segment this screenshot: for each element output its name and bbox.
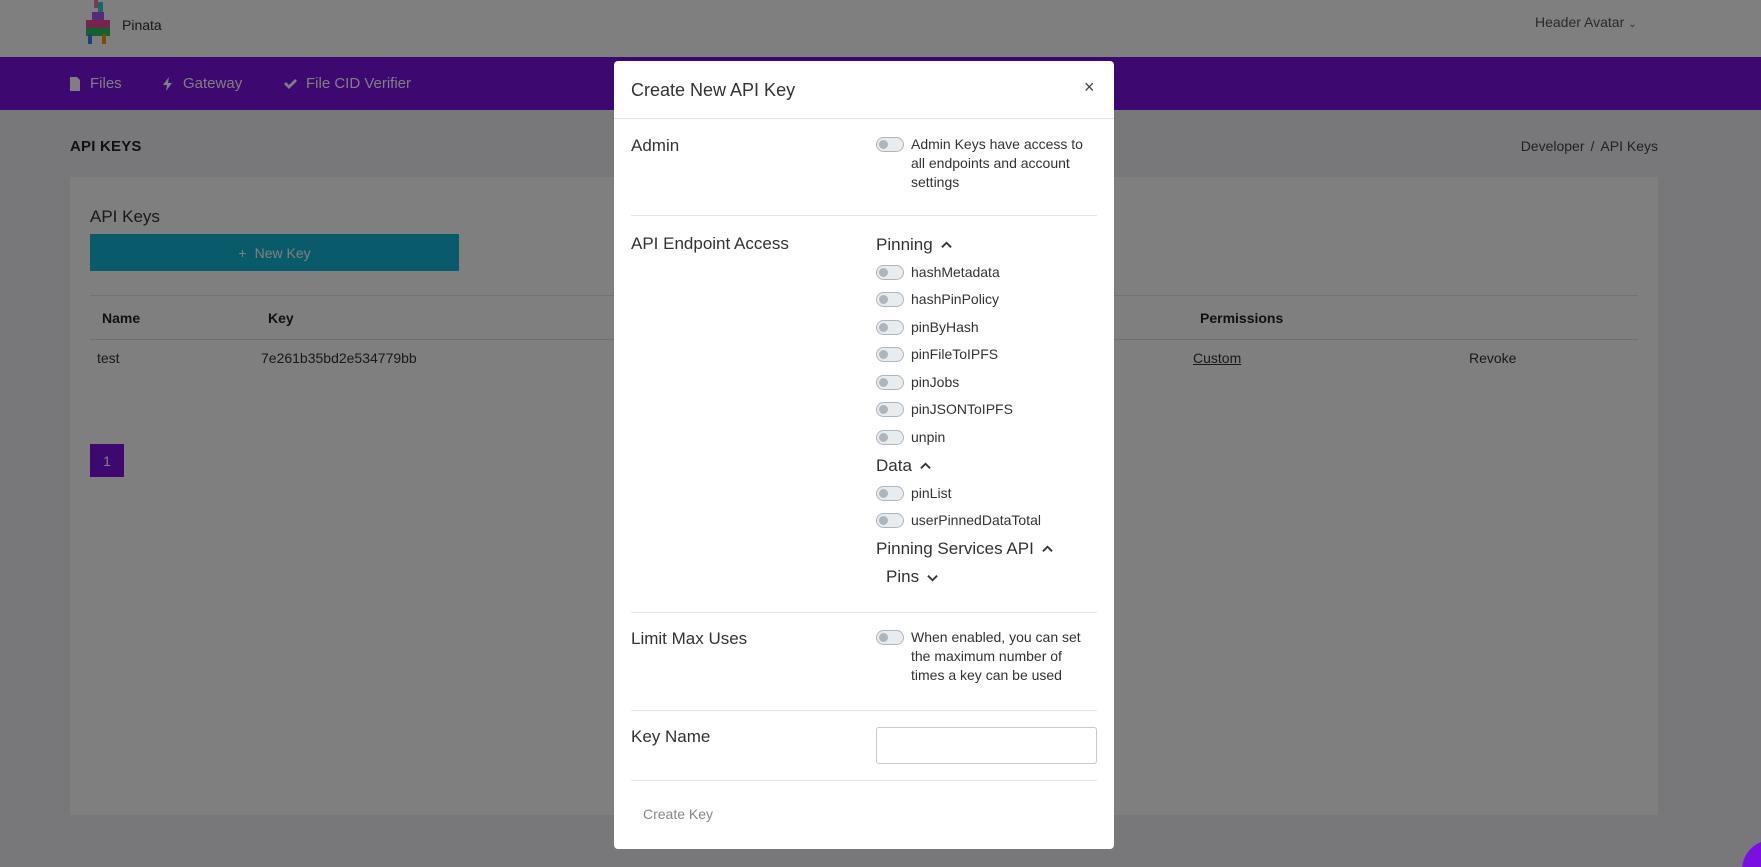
limit-max-uses-toggle[interactable] <box>876 630 904 645</box>
toggle-hashmetadata[interactable] <box>876 265 904 280</box>
create-api-key-modal: Create New API Key × Admin Admin Keys ha… <box>614 61 1114 849</box>
admin-description: Admin Keys have access to all endpoints … <box>911 136 1083 190</box>
endpoint-pinjsontoipfs: pinJSONToIPFS <box>911 401 1013 417</box>
row-divider <box>631 612 1097 613</box>
toggle-pinfiletoipfs[interactable] <box>876 347 904 362</box>
toggle-hashpinpolicy[interactable] <box>876 292 904 307</box>
create-key-button[interactable]: Create Key <box>631 799 726 829</box>
group-pinning-services-api[interactable]: Pinning Services API <box>876 539 1053 559</box>
endpoint-hashpinpolicy: hashPinPolicy <box>911 291 999 307</box>
endpoint-pinbyhash: pinByHash <box>911 319 979 335</box>
toggle-pinbyhash[interactable] <box>876 320 904 335</box>
group-pinning-label: Pinning <box>876 235 933 254</box>
limit-max-uses-description: When enabled, you can set the maximum nu… <box>911 629 1081 683</box>
group-data[interactable]: Data <box>876 456 931 476</box>
chevron-up-icon <box>920 461 931 469</box>
endpoint-hashmetadata: hashMetadata <box>911 264 1000 280</box>
chevron-up-icon <box>1042 544 1053 552</box>
toggle-pinlist[interactable] <box>876 486 904 501</box>
chevron-up-icon <box>940 240 952 248</box>
admin-toggle[interactable] <box>876 137 904 152</box>
subgroup-pins[interactable]: Pins <box>886 567 938 587</box>
modal-title: Create New API Key <box>631 80 796 100</box>
toggle-pinjobs[interactable] <box>876 375 904 390</box>
modal-header-divider <box>614 118 1114 119</box>
chevron-down-icon <box>927 574 938 582</box>
close-icon[interactable]: × <box>1084 77 1095 98</box>
endpoint-unpin: unpin <box>911 429 946 445</box>
limit-max-uses-label: Limit Max Uses <box>631 629 748 648</box>
toggle-userpinneddatatotal[interactable] <box>876 513 904 528</box>
endpoint-access-label: API Endpoint Access <box>631 234 789 253</box>
group-pinning[interactable]: Pinning <box>876 235 952 255</box>
endpoint-pinlist: pinList <box>911 485 952 501</box>
key-name-label: Key Name <box>631 727 711 746</box>
group-data-label: Data <box>876 456 912 475</box>
toggle-pinjsontoipfs[interactable] <box>876 402 904 417</box>
endpoint-pinjobs: pinJobs <box>911 374 960 390</box>
subgroup-pins-label: Pins <box>886 567 920 586</box>
admin-label: Admin <box>631 136 680 155</box>
endpoint-userpinneddatatotal: userPinnedDataTotal <box>911 512 1041 528</box>
row-divider <box>631 780 1097 781</box>
row-divider <box>631 710 1097 711</box>
row-divider <box>631 215 1097 216</box>
key-name-input[interactable] <box>876 727 1097 764</box>
toggle-unpin[interactable] <box>876 430 904 445</box>
endpoint-pinfiletoipfs: pinFileToIPFS <box>911 346 999 362</box>
group-pinning-services-api-label: Pinning Services API <box>876 539 1034 558</box>
